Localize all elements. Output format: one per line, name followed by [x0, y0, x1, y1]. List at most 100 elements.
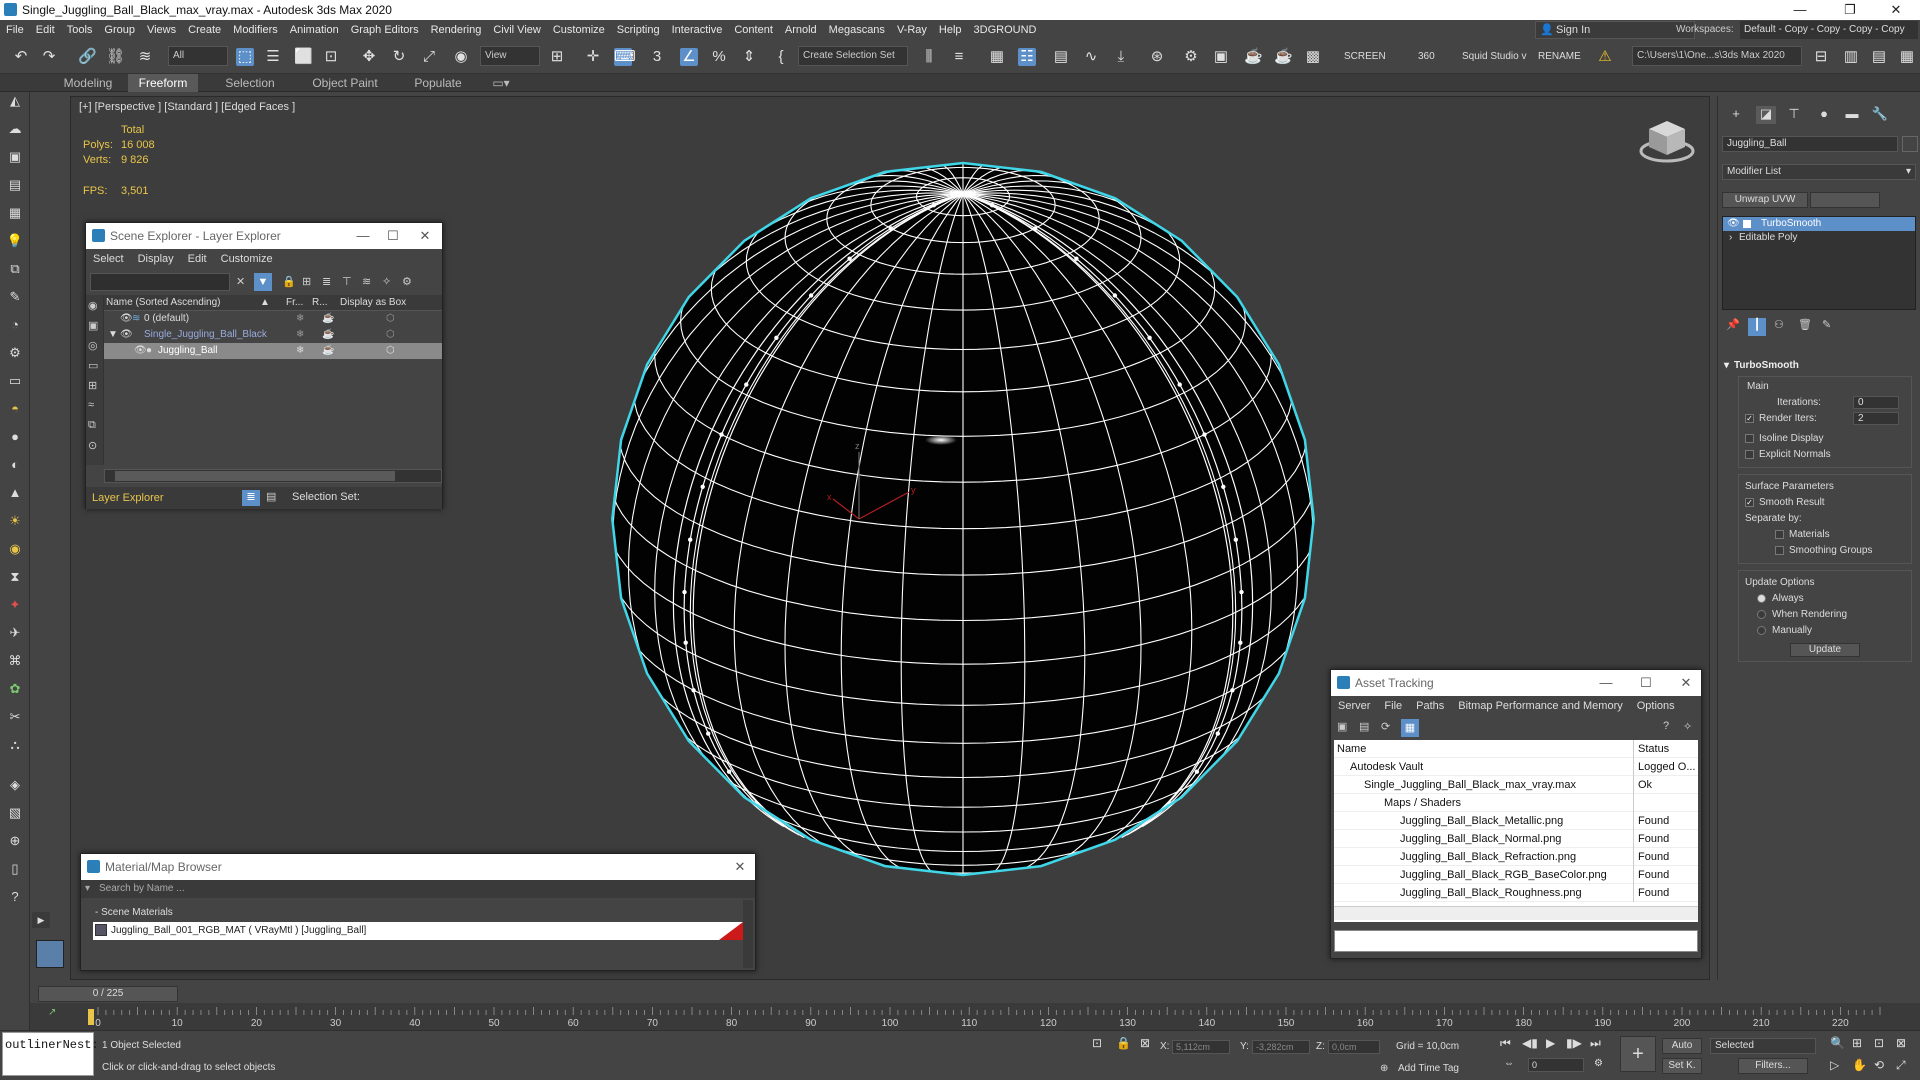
stack-item-editable-poly[interactable]: › Editable Poly — [1723, 231, 1915, 245]
materials-checkbox[interactable] — [1775, 529, 1784, 539]
dropdown-arrow-icon[interactable]: ▾ — [85, 880, 90, 898]
box-toggle-icon[interactable]: ⬡ — [386, 327, 395, 343]
named-selection-icon[interactable]: { — [772, 48, 790, 66]
window-crossing-icon[interactable]: ⊡ — [322, 48, 340, 66]
proxy-icon[interactable]: ⧗ — [6, 568, 24, 586]
material-editor-icon[interactable]: ⊛ — [1148, 48, 1166, 66]
spot-light-icon[interactable]: ▲ — [6, 484, 24, 502]
zoom-extents-all-icon[interactable]: ⊠ — [1896, 1036, 1906, 1050]
qr-code-icon[interactable]: ▩ — [1304, 48, 1322, 66]
modifier-set-button[interactable] — [1810, 192, 1880, 208]
sign-in-dropdown[interactable]: 👤 Sign In — [1535, 21, 1695, 39]
maximize-button[interactable]: ☐ — [1631, 670, 1661, 696]
plugin-icon-a[interactable]: ✈ — [6, 624, 24, 642]
make-unique-icon[interactable]: ⚇ — [1774, 318, 1784, 331]
minimize-button[interactable]: — — [1780, 0, 1820, 20]
menu-scripting[interactable]: Scripting — [611, 20, 666, 40]
select-object-icon[interactable]: ⬚ — [236, 48, 254, 66]
render-iterative-icon[interactable]: ☕ — [1274, 48, 1293, 66]
plugin-icon-h[interactable]: ⊕ — [6, 832, 24, 850]
scene-explorer-hscroll[interactable] — [104, 469, 442, 483]
angle-snap-icon[interactable]: ∠ — [680, 48, 698, 66]
material-search-input[interactable]: ▾ Search by Name ... — [81, 880, 755, 898]
remove-modifier-icon[interactable]: 🗑 — [1798, 318, 1812, 331]
snap-toggle-icon[interactable]: 3 — [648, 48, 666, 66]
track-bar[interactable]: ↗ 0 10 20 30 40 50 60 70 80 90 100 110 120 130 140 150 1… — [30, 1003, 1920, 1031]
select-by-name-icon[interactable]: ☰ — [264, 48, 282, 66]
close-button[interactable]: ✕ — [1671, 670, 1701, 696]
menu-content[interactable]: Content — [728, 20, 779, 40]
align-icon[interactable]: ≡ — [950, 48, 968, 66]
configure-sets-icon[interactable]: ✎ — [1822, 318, 1831, 331]
close-button[interactable]: ✕ — [725, 854, 755, 880]
help-icon[interactable]: ? — [6, 888, 24, 906]
column-name[interactable]: Name (Sorted Ascending) — [106, 295, 221, 311]
menu-arnold[interactable]: Arnold — [779, 20, 823, 40]
show-end-result-icon[interactable]: ┃ — [1748, 318, 1766, 336]
layers-icon[interactable]: ≣ — [322, 275, 331, 288]
rendered-frame-icon[interactable]: ▣ — [1212, 48, 1230, 66]
viewport-layout-button[interactable] — [36, 940, 64, 968]
object-color-swatch[interactable] — [1902, 136, 1918, 152]
viewcube[interactable] — [1639, 115, 1695, 163]
render-icon[interactable]: ☕ — [1244, 48, 1263, 66]
se-menu-select[interactable]: Select — [86, 249, 131, 269]
tab-object-paint[interactable]: Object Paint — [302, 74, 388, 92]
smooth-result-checkbox[interactable]: ✓ — [1745, 497, 1754, 507]
render-teapot-icon[interactable]: ☕ — [322, 327, 334, 343]
at-menu-options[interactable]: Options — [1630, 696, 1682, 716]
ribbon-toggle-icon[interactable]: ▤ — [1052, 48, 1070, 66]
omni-light-icon[interactable]: ◉ — [6, 540, 24, 558]
time-tag-icon[interactable]: ⊕ — [1380, 1063, 1388, 1074]
motion-tab-icon[interactable]: ● — [1814, 106, 1834, 124]
squid-studio-label[interactable]: Squid Studio v — [1462, 48, 1527, 66]
time-slider-frame[interactable]: 0 / 225 — [38, 986, 178, 1002]
workspace-icon-a[interactable]: ▥ — [1842, 48, 1860, 66]
plugin-icon-f[interactable]: ◈ — [6, 776, 24, 794]
menu-3dground[interactable]: 3DGROUND — [968, 20, 1043, 40]
table-view-icon[interactable]: ▦ — [1401, 719, 1419, 737]
display-groups-icon[interactable]: ⧉ — [88, 419, 96, 432]
rollout-header[interactable]: ▾ TurboSmooth — [1722, 358, 1916, 374]
set-key-big-button[interactable]: + — [1620, 1036, 1656, 1072]
auto-key-button[interactable]: Auto — [1662, 1038, 1702, 1054]
freeze-icon[interactable]: ❄ — [296, 327, 304, 343]
curve-editor-mini-icon[interactable]: ↗ — [48, 1007, 56, 1018]
plugin-icon-b[interactable]: ⌘ — [6, 652, 24, 670]
spacewarp-icon[interactable]: ◔ — [6, 316, 24, 334]
smoothing-groups-checkbox[interactable] — [1775, 545, 1784, 555]
link-icon[interactable]: 🔗 — [78, 48, 97, 66]
iterations-spinner[interactable]: 0 — [1853, 396, 1899, 409]
expand-arrow-icon[interactable]: › — [1729, 231, 1732, 245]
isolate-selection-icon[interactable]: ⊡ — [1092, 1036, 1102, 1050]
menu-create[interactable]: Create — [182, 20, 227, 40]
go-to-end-icon[interactable]: ⏭ — [1590, 1036, 1601, 1051]
column-display-as-box[interactable]: Display as Box — [340, 295, 406, 311]
display-tab-icon[interactable]: ▬ — [1842, 106, 1862, 124]
juggling-ball-wireframe[interactable]: x y z — [601, 147, 1326, 907]
menu-animation[interactable]: Animation — [284, 20, 345, 40]
time-config-icon[interactable]: ⚙ — [1594, 1058, 1603, 1069]
checkin-icon[interactable]: ▤ — [1359, 720, 1369, 733]
always-radio[interactable] — [1757, 593, 1766, 603]
object-name-field[interactable]: Juggling_Ball — [1722, 136, 1898, 152]
menu-customize[interactable]: Customize — [547, 20, 611, 40]
key-filters-button[interactable]: Filters... — [1738, 1058, 1808, 1074]
close-button[interactable]: ✕ — [410, 223, 440, 249]
layer-row-juggling-ball-black[interactable]: ▼ 👁 Single_Juggling_Ball_Black ❄ ☕ ⬡ — [86, 327, 442, 343]
display-bones-icon[interactable]: ⊙ — [88, 439, 97, 452]
create-box-icon[interactable]: ▣ — [6, 148, 24, 166]
se-menu-customize[interactable]: Customize — [214, 249, 280, 269]
key-filter-dropdown[interactable]: Selected — [1710, 1038, 1816, 1054]
display-lights-icon[interactable]: ◎ — [88, 339, 98, 352]
zoom-all-icon[interactable]: ⊞ — [1852, 1036, 1862, 1050]
close-window-button[interactable]: ✕ — [1876, 0, 1916, 20]
hierarchy-tab-icon[interactable]: ⊤ — [1784, 106, 1804, 124]
plugin-icon-c[interactable]: ✿ — [6, 680, 24, 698]
create-cloud-icon[interactable]: ☁ — [6, 120, 24, 138]
plugin-icon-i[interactable]: ▯ — [6, 860, 24, 878]
maxscript-listener[interactable]: outlinerNest: — [2, 1032, 99, 1076]
menu-help[interactable]: Help — [933, 20, 968, 40]
ies-light-icon[interactable]: ◐ — [6, 456, 24, 474]
percent-snap-icon[interactable]: % — [710, 48, 728, 66]
